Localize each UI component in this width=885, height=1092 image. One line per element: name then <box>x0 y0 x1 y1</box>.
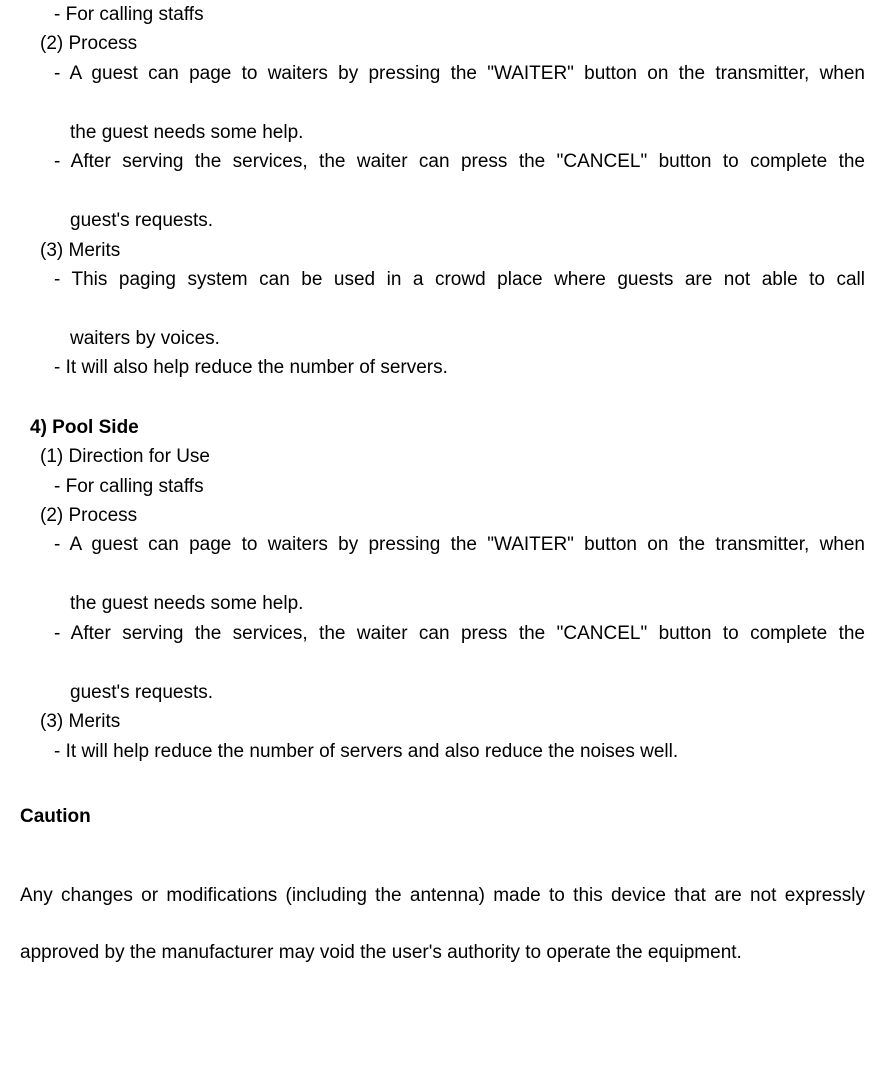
s3-merits-label: (3) Merits <box>20 236 865 265</box>
s4-process-item1-line1: - A guest can page to waiters by pressin… <box>20 530 865 589</box>
s3-merits-item2: - It will also help reduce the number of… <box>20 353 865 382</box>
s4-process-label: (2) Process <box>20 501 865 530</box>
caution-body: Any changes or modifications (including … <box>20 867 865 981</box>
s3-merits-item1-line2: waiters by voices. <box>20 324 865 353</box>
document-page: - For calling staffs (2) Process - A gue… <box>0 0 885 1021</box>
s3-direction-item: - For calling staffs <box>20 0 865 29</box>
s3-process-label: (2) Process <box>20 29 865 58</box>
s4-process-item2-line2: guest's requests. <box>20 678 865 707</box>
s3-process-item2-line1: - After serving the services, the waiter… <box>20 147 865 206</box>
caution-title: Caution <box>20 802 865 831</box>
s4-process-item2-line1: - After serving the services, the waiter… <box>20 619 865 678</box>
s3-process-item2-line2: guest's requests. <box>20 206 865 235</box>
s3-process-item1-line2: the guest needs some help. <box>20 118 865 147</box>
s3-process-item1-line1: - A guest can page to waiters by pressin… <box>20 59 865 118</box>
s4-process-item1-line2: the guest needs some help. <box>20 589 865 618</box>
s4-merits-item1: - It will help reduce the number of serv… <box>20 737 865 766</box>
s4-direction-item: - For calling staffs <box>20 472 865 501</box>
s4-merits-label: (3) Merits <box>20 707 865 736</box>
section4-title: 4) Pool Side <box>20 413 865 442</box>
s3-merits-item1-line1: - This paging system can be used in a cr… <box>20 265 865 324</box>
s4-direction-label: (1) Direction for Use <box>20 442 865 471</box>
